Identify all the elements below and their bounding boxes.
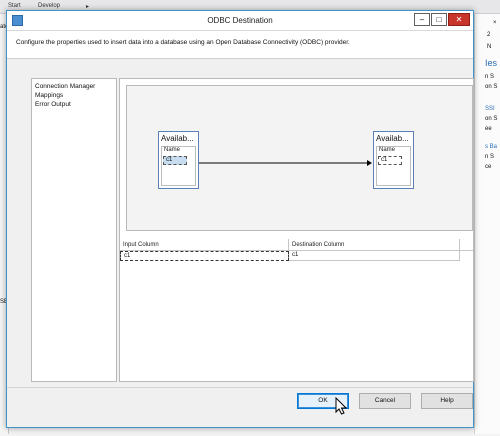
available-input-header: Availab...: [161, 134, 194, 143]
mappings-panel: Availab... Name c1 Availab... Name c1 In…: [119, 78, 474, 382]
help-button[interactable]: Help: [421, 393, 473, 409]
right-fragment: 2: [487, 32, 491, 38]
name-column-label: Name: [379, 147, 396, 153]
description-area: Configure the properties used to insert …: [7, 31, 473, 59]
mapping-diagram: Availab... Name c1 Availab... Name c1: [126, 85, 473, 231]
nav-item-error-output[interactable]: Error Output: [35, 101, 71, 108]
minimize-button[interactable]: –: [414, 13, 430, 26]
destination-column-c1[interactable]: c1: [378, 156, 402, 165]
develop-tab[interactable]: Develop: [38, 3, 60, 9]
right-fragment: n S: [485, 154, 495, 160]
close-button[interactable]: ✕: [448, 13, 470, 26]
name-column-label: Name: [164, 147, 181, 153]
cancel-button[interactable]: Cancel: [359, 393, 411, 409]
destination-column-header[interactable]: Destination Column: [289, 239, 460, 251]
input-column-cell[interactable]: c1: [120, 251, 289, 261]
right-fragment: on S: [485, 116, 498, 122]
dialog-title: ODBC Destination: [207, 16, 273, 25]
right-fragment: ×: [493, 20, 497, 26]
toolbar-arrow-icon[interactable]: ▸: [86, 3, 89, 10]
right-fragment: N: [487, 44, 492, 50]
nav-item-connection-manager[interactable]: Connection Manager: [35, 83, 95, 90]
start-tab[interactable]: Start: [8, 3, 21, 9]
odbc-destination-dialog: ODBC Destination – □ ✕ Configure the pro…: [6, 10, 474, 428]
available-destination-columns[interactable]: Availab... Name c1: [373, 131, 414, 189]
destination-column-list: Name c1: [376, 146, 411, 186]
right-fragment: Ies: [485, 58, 498, 68]
input-column-header[interactable]: Input Column: [120, 239, 289, 251]
input-column-list: Name c1: [161, 146, 196, 186]
right-fragment: on S: [485, 84, 498, 90]
dialog-description: Configure the properties used to insert …: [16, 39, 350, 46]
available-destination-header: Availab...: [376, 134, 409, 143]
right-fragment[interactable]: s Ba: [485, 144, 497, 150]
title-bar[interactable]: ODBC Destination – □ ✕: [7, 11, 473, 31]
right-fragment: ee: [485, 126, 492, 132]
background-right-pane: × 2 N Ies n S on S SSI on S ee s Ba n S …: [474, 14, 500, 434]
input-column-c1[interactable]: c1: [163, 156, 187, 165]
maximize-button[interactable]: □: [431, 13, 447, 26]
right-fragment: n S: [485, 74, 495, 80]
right-fragment[interactable]: SSI: [485, 106, 495, 112]
destination-column-cell[interactable]: c1: [289, 251, 460, 261]
available-input-columns[interactable]: Availab... Name c1: [158, 131, 199, 189]
grid-header-filler: [460, 239, 473, 251]
nav-item-mappings[interactable]: Mappings: [35, 92, 63, 99]
mouse-cursor-icon: [335, 397, 348, 415]
dialog-footer: OK Cancel Help: [7, 387, 473, 427]
mapping-grid: Input Column Destination Column c1 c1: [120, 239, 473, 381]
right-fragment: ce: [485, 164, 492, 170]
page-navigation: Connection Manager Mappings Error Output: [31, 78, 117, 382]
